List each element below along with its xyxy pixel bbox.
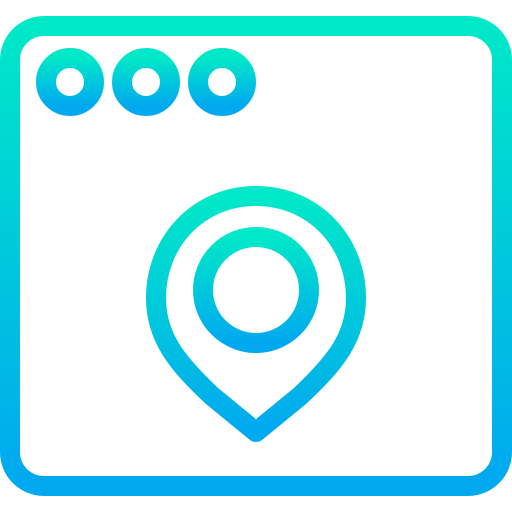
window-dot-1-icon	[36, 48, 104, 116]
location-pin-center-icon	[193, 227, 319, 353]
window-dot-3-icon	[188, 48, 256, 116]
browser-location-icon-canvas	[0, 0, 512, 512]
browser-location-pin-icon	[0, 16, 512, 496]
window-dot-2-icon	[112, 48, 180, 116]
